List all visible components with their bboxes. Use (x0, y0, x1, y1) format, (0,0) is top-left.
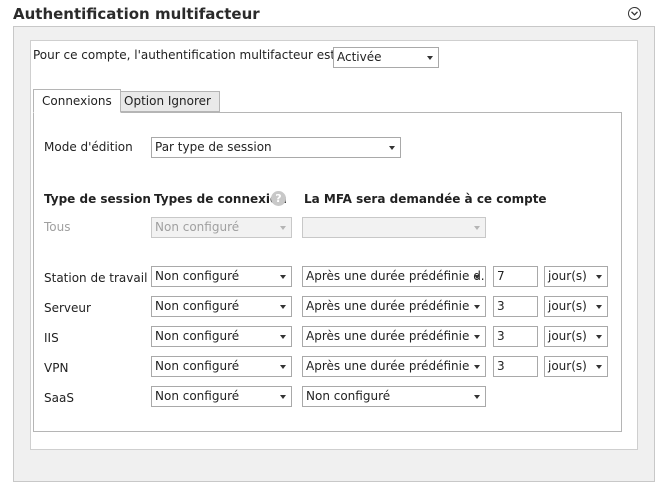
tab-connexions[interactable]: Connexions (33, 89, 121, 113)
row-label-serveur: Serveur (44, 301, 91, 315)
row-label-iis: IIS (44, 331, 59, 345)
days-input-vpn[interactable]: 3 (493, 356, 538, 377)
account-mfa-status-value: Activée (337, 50, 382, 64)
connection-select-station[interactable]: Non configuré (151, 266, 292, 287)
mfa-value-saas: Non configuré (306, 389, 391, 403)
help-icon[interactable]: ? (271, 191, 286, 206)
row-label-vpn: VPN (44, 361, 69, 375)
unit-select-iis[interactable]: jour(s) (544, 326, 608, 347)
unit-value-iis: jour(s) (548, 329, 587, 343)
mfa-select-tous (302, 217, 486, 238)
unit-select-serveur[interactable]: jour(s) (544, 296, 608, 317)
collapse-button[interactable] (628, 7, 641, 20)
dropdown-arrow-icon (280, 305, 286, 309)
dropdown-arrow-icon (596, 305, 602, 309)
dropdown-arrow-icon (596, 335, 602, 339)
edit-mode-label: Mode d'édition (44, 140, 133, 154)
connection-select-saas[interactable]: Non configuré (151, 386, 292, 407)
dropdown-arrow-icon (389, 146, 395, 150)
edit-mode-select[interactable]: Par type de session (151, 137, 401, 158)
connection-value-tous: Non configuré (155, 220, 240, 234)
connection-select-serveur[interactable]: Non configuré (151, 296, 292, 317)
unit-value-vpn: jour(s) (548, 359, 587, 373)
row-label-station: Station de travail (44, 271, 148, 285)
connection-select-tous: Non configuré (151, 217, 292, 238)
days-input-serveur[interactable]: 3 (493, 296, 538, 317)
connection-value-serveur: Non configuré (155, 299, 240, 313)
dropdown-arrow-icon (280, 275, 286, 279)
mfa-value-vpn: Après une durée prédéfinie (306, 359, 470, 373)
dropdown-arrow-icon (474, 395, 480, 399)
connection-select-iis[interactable]: Non configuré (151, 326, 292, 347)
section-title: Authentification multifacteur (13, 5, 260, 23)
row-label-saas: SaaS (44, 391, 74, 405)
connection-select-vpn[interactable]: Non configuré (151, 356, 292, 377)
connection-value-iis: Non configuré (155, 329, 240, 343)
tab-option-ignorer[interactable]: Option Ignorer (115, 91, 220, 112)
days-input-iis[interactable]: 3 (493, 326, 538, 347)
dropdown-arrow-icon (474, 275, 480, 279)
column-header-session-type: Type de session (44, 192, 151, 206)
mfa-select-serveur[interactable]: Après une durée prédéfinie (302, 296, 486, 317)
connection-value-station: Non configuré (155, 269, 240, 283)
dropdown-arrow-icon (474, 335, 480, 339)
connection-value-saas: Non configuré (155, 389, 240, 403)
unit-value-station: jour(s) (548, 269, 587, 283)
dropdown-arrow-icon (474, 305, 480, 309)
column-header-mfa-required: La MFA sera demandée à ce compte (304, 192, 547, 206)
mfa-value-iis: Après une durée prédéfinie (306, 329, 470, 343)
dropdown-arrow-icon (474, 365, 480, 369)
dropdown-arrow-icon (596, 365, 602, 369)
mfa-select-saas[interactable]: Non configuré (302, 386, 486, 407)
account-mfa-status-select[interactable]: Activée (333, 47, 439, 68)
connection-value-vpn: Non configuré (155, 359, 240, 373)
mfa-select-station[interactable]: Après une durée prédéfinie d... (302, 266, 486, 287)
dropdown-arrow-icon (280, 335, 286, 339)
unit-select-station[interactable]: jour(s) (544, 266, 608, 287)
column-header-connection-types: Types de connexion (154, 192, 287, 206)
dropdown-arrow-icon (280, 226, 286, 230)
dropdown-arrow-icon (280, 395, 286, 399)
mfa-value-station: Après une durée prédéfinie d... (306, 269, 486, 283)
edit-mode-value: Par type de session (155, 140, 272, 154)
unit-select-vpn[interactable]: jour(s) (544, 356, 608, 377)
mfa-select-vpn[interactable]: Après une durée prédéfinie (302, 356, 486, 377)
chevron-down-icon (631, 11, 638, 16)
unit-value-serveur: jour(s) (548, 299, 587, 313)
mfa-select-iis[interactable]: Après une durée prédéfinie (302, 326, 486, 347)
dropdown-arrow-icon (280, 365, 286, 369)
days-input-station[interactable]: 7 (493, 266, 538, 287)
account-mfa-label: Pour ce compte, l'authentification multi… (33, 48, 336, 62)
dropdown-arrow-icon (596, 275, 602, 279)
dropdown-arrow-icon (474, 226, 480, 230)
row-label-tous: Tous (44, 220, 71, 234)
mfa-value-serveur: Après une durée prédéfinie (306, 299, 470, 313)
dropdown-arrow-icon (427, 56, 433, 60)
